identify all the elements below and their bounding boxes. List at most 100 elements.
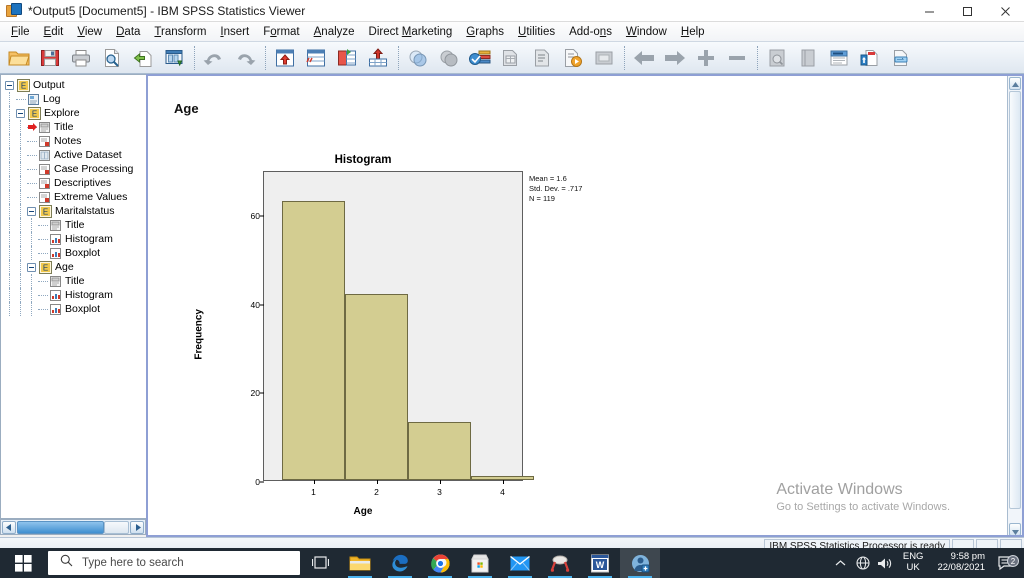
recall-dialog-icon[interactable]	[159, 44, 189, 72]
volume-icon[interactable]	[874, 557, 896, 570]
tray-chevron-icon[interactable]	[830, 559, 852, 567]
histogram-bar[interactable]	[408, 422, 471, 480]
back-arrow-icon[interactable]	[629, 44, 659, 72]
outline-horizontal-scrollbar[interactable]	[0, 519, 146, 535]
tree-item-maritalstatus[interactable]: E Maritalstatus	[5, 204, 146, 218]
close-button[interactable]	[986, 0, 1024, 22]
tree-item-explore[interactable]: E Explore	[5, 106, 146, 120]
clock[interactable]: 9:58 pm 22/08/2021	[930, 551, 992, 574]
menu-edit[interactable]: Edit	[37, 24, 71, 40]
value-labels-icon[interactable]	[465, 44, 495, 72]
variables-icon[interactable]	[332, 44, 362, 72]
tree-item-maritalstatus-histogram[interactable]: Histogram	[5, 232, 146, 246]
tree-item-age[interactable]: E Age	[5, 260, 146, 274]
expand-icon[interactable]	[691, 44, 721, 72]
histogram-chart[interactable]: Histogram Frequency 0 20 40 60 1 2 3 4 A…	[194, 154, 603, 524]
histogram-bar[interactable]	[345, 294, 408, 480]
tree-item-notes[interactable]: Notes	[5, 134, 146, 148]
menu-format[interactable]: Format	[256, 24, 306, 40]
expander-icon[interactable]	[27, 262, 36, 272]
menu-file[interactable]: File	[4, 24, 37, 40]
collapse-icon[interactable]	[722, 44, 752, 72]
windows-start-icon[interactable]	[0, 548, 46, 578]
menu-view[interactable]: View	[70, 24, 109, 40]
scrollbar-empty[interactable]	[104, 520, 129, 534]
expander-icon[interactable]	[16, 108, 25, 118]
menu-transform[interactable]: Transform	[147, 24, 213, 40]
tree-item-age-histogram[interactable]: Histogram	[5, 288, 146, 302]
open-file-icon[interactable]	[4, 44, 34, 72]
scrollbar-thumb[interactable]	[1009, 91, 1021, 509]
tree-item-case-processing[interactable]: Case Processing	[5, 162, 146, 176]
menu-add-ons[interactable]: Add-ons	[562, 24, 619, 40]
tree-item-age-title[interactable]: Title	[5, 274, 146, 288]
insert-title-icon[interactable]	[855, 44, 885, 72]
scrollbar-track[interactable]	[17, 520, 129, 534]
scroll-left-arrow-icon[interactable]	[2, 520, 16, 534]
find-icon[interactable]	[403, 44, 433, 72]
scroll-right-arrow-icon[interactable]	[130, 520, 144, 534]
menu-graphs[interactable]: Graphs	[459, 24, 511, 40]
word-icon[interactable]: W	[580, 548, 620, 578]
tree-item-extreme-values[interactable]: Extreme Values	[5, 190, 146, 204]
file-explorer-icon[interactable]	[340, 548, 380, 578]
insert-text-icon[interactable]	[824, 44, 854, 72]
scroll-down-arrow-icon[interactable]	[1009, 523, 1021, 535]
mail-icon[interactable]	[500, 548, 540, 578]
preview-icon[interactable]	[762, 44, 792, 72]
book-icon[interactable]	[793, 44, 823, 72]
tree-item-maritalstatus-boxplot[interactable]: Boxplot	[5, 246, 146, 260]
undo-icon[interactable]	[199, 44, 229, 72]
tree-item-log[interactable]: Log	[5, 92, 146, 106]
tree-item-output[interactable]: E Output	[5, 78, 146, 92]
chart-icon	[49, 303, 62, 316]
menu-analyze[interactable]: Analyze	[307, 24, 362, 40]
menu-insert[interactable]: Insert	[213, 24, 256, 40]
minimize-button[interactable]	[910, 0, 948, 22]
search-input[interactable]: Type here to search	[48, 551, 300, 575]
scrollbar-thumb[interactable]	[17, 520, 105, 534]
menu-utilities[interactable]: Utilities	[511, 24, 562, 40]
maximize-button[interactable]	[948, 0, 986, 22]
redo-icon[interactable]	[230, 44, 260, 72]
edge-icon[interactable]	[380, 548, 420, 578]
menu-direct-marketing[interactable]: Direct Marketing	[362, 24, 460, 40]
insert-page-break-icon[interactable]	[886, 44, 916, 72]
outline-pane[interactable]: E Output Log E Explore Title Notes Activ…	[0, 74, 146, 519]
export-icon[interactable]	[128, 44, 158, 72]
menu-data[interactable]: Data	[109, 24, 147, 40]
run-icon[interactable]	[558, 44, 588, 72]
menu-window[interactable]: Window	[619, 24, 674, 40]
snip-sketch-icon[interactable]	[540, 548, 580, 578]
goto-variable-icon[interactable]	[301, 44, 331, 72]
tree-item-active-dataset[interactable]: Active Dataset	[5, 148, 146, 162]
microsoft-store-icon[interactable]	[460, 548, 500, 578]
select-cases-icon[interactable]	[434, 44, 464, 72]
document-pane[interactable]: Age Histogram Frequency 0 20 40 60 1 2 3…	[146, 74, 1024, 537]
expander-icon[interactable]	[27, 206, 36, 216]
dialog-recall-icon[interactable]	[589, 44, 619, 72]
language-indicator[interactable]: ENG UK	[896, 551, 931, 574]
split-file-icon[interactable]	[496, 44, 526, 72]
document-vertical-scrollbar[interactable]	[1007, 76, 1022, 535]
tree-item-maritalstatus-title[interactable]: Title	[5, 218, 146, 232]
print-preview-icon[interactable]	[97, 44, 127, 72]
histogram-bar[interactable]	[282, 201, 345, 480]
spss-icon[interactable]	[620, 548, 660, 578]
tree-item-descriptives[interactable]: Descriptives	[5, 176, 146, 190]
menu-help[interactable]: Help	[674, 24, 712, 40]
network-icon[interactable]	[852, 556, 874, 570]
forward-arrow-icon[interactable]	[660, 44, 690, 72]
scroll-up-arrow-icon[interactable]	[1009, 77, 1021, 90]
weight-cases-icon[interactable]	[527, 44, 557, 72]
notification-icon[interactable]: 2	[992, 555, 1020, 570]
insert-cases-icon[interactable]	[363, 44, 393, 72]
goto-case-icon[interactable]	[270, 44, 300, 72]
print-icon[interactable]	[66, 44, 96, 72]
task-view-icon[interactable]	[300, 548, 340, 578]
tree-item-title[interactable]: Title	[5, 120, 146, 134]
save-icon[interactable]	[35, 44, 65, 72]
chrome-icon[interactable]	[420, 548, 460, 578]
tree-item-age-boxplot[interactable]: Boxplot	[5, 302, 146, 316]
expander-icon[interactable]	[5, 80, 14, 90]
